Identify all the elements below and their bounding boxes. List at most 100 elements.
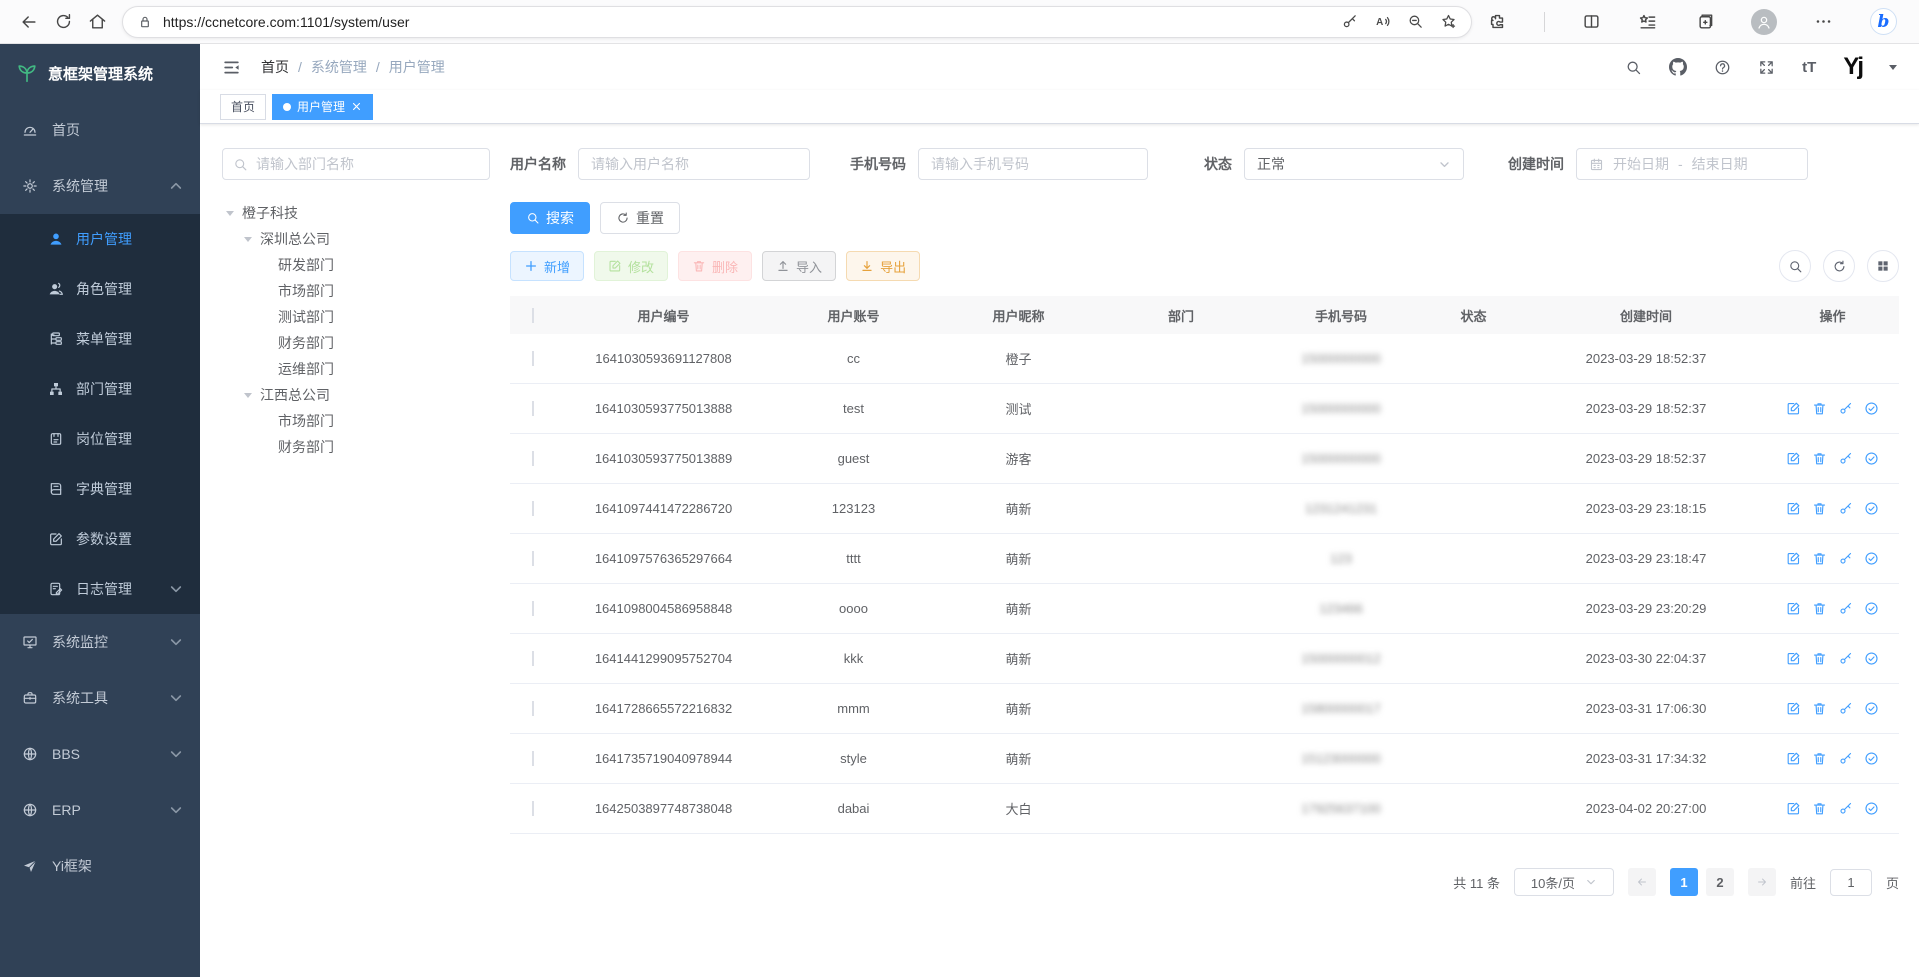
sidebar-item-dict-mgmt[interactable]: 字典管理 — [0, 464, 200, 514]
url-text[interactable]: https://ccnetcore.com:1101/system/user — [163, 14, 1331, 30]
status-select[interactable]: 正常 — [1244, 148, 1464, 180]
row-delete-icon[interactable] — [1812, 701, 1827, 716]
browser-back-button[interactable] — [12, 5, 46, 39]
tree-node-label[interactable]: 测试部门 — [278, 307, 334, 327]
import-button[interactable]: 导入 — [762, 251, 836, 281]
row-delete-icon[interactable] — [1812, 451, 1827, 466]
row-reset-password-icon[interactable] — [1838, 801, 1853, 816]
date-start-placeholder[interactable]: 开始日期 — [1613, 154, 1669, 174]
user-avatar[interactable]: Yj — [1843, 53, 1862, 81]
prev-page-button[interactable] — [1628, 868, 1656, 896]
row-checkbox[interactable] — [532, 551, 534, 566]
phone-input[interactable] — [931, 156, 1135, 172]
tree-node-label[interactable]: 橙子科技 — [242, 203, 298, 223]
row-assign-role-icon[interactable] — [1864, 751, 1879, 766]
copilot-icon[interactable]: b — [1870, 8, 1897, 35]
row-reset-password-icon[interactable] — [1838, 701, 1853, 716]
sidebar-item-bbs[interactable]: BBS — [0, 726, 200, 782]
sidebar-item-dept-mgmt[interactable]: 部门管理 — [0, 364, 200, 414]
breadcrumb-user[interactable]: 用户管理 — [389, 57, 445, 77]
address-bar[interactable]: https://ccnetcore.com:1101/system/user — [122, 6, 1472, 38]
sidebar-item-system-monitor[interactable]: 系统监控 — [0, 614, 200, 670]
sidebar-collapse-icon[interactable] — [222, 58, 241, 77]
tree-caret-icon[interactable] — [244, 233, 260, 246]
refresh-table-button[interactable] — [1823, 250, 1855, 282]
row-reset-password-icon[interactable] — [1838, 401, 1853, 416]
tree-node[interactable]: 深圳总公司 — [222, 226, 490, 252]
reset-button[interactable]: 重置 — [600, 202, 680, 234]
password-key-icon[interactable] — [1341, 13, 1358, 30]
row-edit-icon[interactable] — [1786, 401, 1801, 416]
export-button[interactable]: 导出 — [846, 251, 920, 281]
tree-node-label[interactable]: 研发部门 — [278, 255, 334, 275]
row-checkbox[interactable] — [532, 751, 534, 766]
row-reset-password-icon[interactable] — [1838, 751, 1853, 766]
row-reset-password-icon[interactable] — [1838, 601, 1853, 616]
sidebar-item-post-mgmt[interactable]: 岗位管理 — [0, 414, 200, 464]
sidebar-item-system-tools[interactable]: 系统工具 — [0, 670, 200, 726]
tree-node-label[interactable]: 运维部门 — [278, 359, 334, 379]
tree-node-label[interactable]: 江西总公司 — [260, 385, 330, 405]
username-input[interactable] — [591, 156, 797, 172]
sidebar-item-user-mgmt[interactable]: 用户管理 — [0, 214, 200, 264]
tree-node[interactable]: 江西总公司 — [222, 382, 490, 408]
browser-refresh-button[interactable] — [46, 5, 80, 39]
tree-caret-icon[interactable] — [262, 311, 278, 324]
row-edit-icon[interactable] — [1786, 551, 1801, 566]
row-reset-password-icon[interactable] — [1838, 651, 1853, 666]
breadcrumb-home[interactable]: 首页 — [261, 57, 289, 77]
tag-user-mgmt[interactable]: 用户管理 — [272, 94, 373, 120]
tree-node-label[interactable]: 市场部门 — [278, 411, 334, 431]
row-assign-role-icon[interactable] — [1864, 601, 1879, 616]
row-edit-icon[interactable] — [1786, 701, 1801, 716]
edit-button[interactable]: 修改 — [594, 251, 668, 281]
search-button[interactable]: 搜索 — [510, 202, 590, 234]
tree-node-label[interactable]: 财务部门 — [278, 437, 334, 457]
browser-home-button[interactable] — [80, 5, 114, 39]
tree-node-label[interactable]: 市场部门 — [278, 281, 334, 301]
row-edit-icon[interactable] — [1786, 601, 1801, 616]
tree-node[interactable]: 财务部门 — [222, 330, 490, 356]
font-size-icon[interactable]: tT — [1802, 59, 1816, 76]
select-all-checkbox[interactable] — [532, 308, 534, 323]
extensions-icon[interactable] — [1488, 12, 1507, 31]
row-edit-icon[interactable] — [1786, 451, 1801, 466]
row-edit-icon[interactable] — [1786, 651, 1801, 666]
row-checkbox[interactable] — [532, 451, 534, 466]
row-assign-role-icon[interactable] — [1864, 651, 1879, 666]
tree-caret-icon[interactable] — [262, 337, 278, 350]
tree-caret-icon[interactable] — [262, 285, 278, 298]
row-checkbox[interactable] — [532, 501, 534, 516]
row-assign-role-icon[interactable] — [1864, 401, 1879, 416]
tree-node[interactable]: 测试部门 — [222, 304, 490, 330]
tree-node[interactable]: 研发部门 — [222, 252, 490, 278]
row-reset-password-icon[interactable] — [1838, 501, 1853, 516]
row-delete-icon[interactable] — [1812, 501, 1827, 516]
row-delete-icon[interactable] — [1812, 801, 1827, 816]
next-page-button[interactable] — [1748, 868, 1776, 896]
sidebar-item-system-mgmt[interactable]: 系统管理 — [0, 158, 200, 214]
row-delete-icon[interactable] — [1812, 601, 1827, 616]
sidebar-item-home[interactable]: 首页 — [0, 102, 200, 158]
add-favorite-icon[interactable] — [1440, 13, 1457, 30]
tree-caret-icon[interactable] — [262, 415, 278, 428]
tree-node[interactable]: 市场部门 — [222, 278, 490, 304]
header-search-icon[interactable] — [1625, 59, 1642, 76]
tree-node[interactable]: 橙子科技 — [222, 200, 490, 226]
row-delete-icon[interactable] — [1812, 651, 1827, 666]
sidebar-item-erp[interactable]: ERP — [0, 782, 200, 838]
tree-caret-icon[interactable] — [262, 441, 278, 454]
row-assign-role-icon[interactable] — [1864, 501, 1879, 516]
tree-caret-icon[interactable] — [262, 259, 278, 272]
close-icon[interactable] — [351, 101, 362, 112]
collections-icon[interactable] — [1695, 12, 1714, 31]
sidebar-item-param-settings[interactable]: 参数设置 — [0, 514, 200, 564]
row-assign-role-icon[interactable] — [1864, 551, 1879, 566]
row-checkbox[interactable] — [532, 801, 534, 816]
fullscreen-icon[interactable] — [1758, 59, 1775, 76]
tree-node[interactable]: 财务部门 — [222, 434, 490, 460]
row-assign-role-icon[interactable] — [1864, 801, 1879, 816]
avatar-dropdown-caret[interactable] — [1889, 65, 1897, 74]
row-checkbox[interactable] — [532, 701, 534, 716]
browser-menu-icon[interactable] — [1814, 12, 1833, 31]
